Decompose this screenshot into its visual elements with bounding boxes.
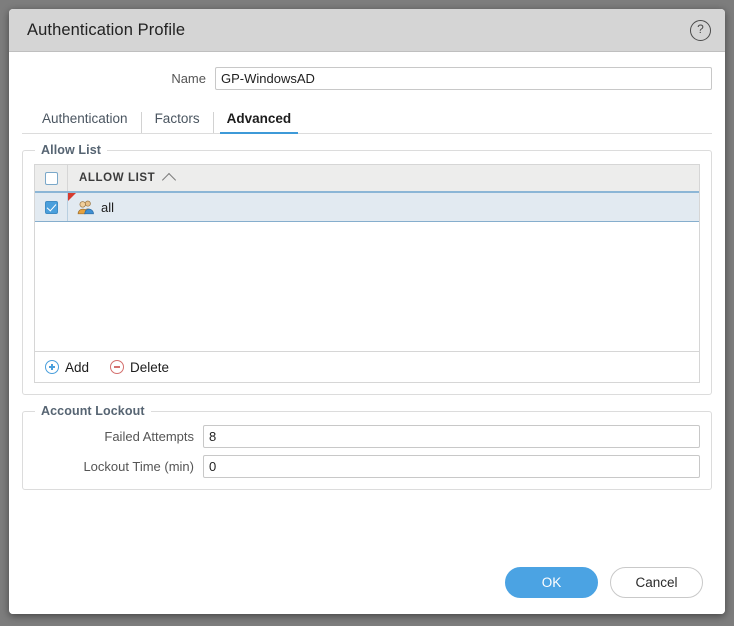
allow-list-toolbar: Add Delete bbox=[34, 351, 700, 383]
name-row: Name bbox=[22, 52, 712, 90]
column-header-allow-list[interactable]: ALLOW LIST bbox=[68, 165, 699, 191]
add-button[interactable]: Add bbox=[45, 360, 89, 375]
tab-authentication[interactable]: Authentication bbox=[29, 112, 141, 133]
table-row[interactable]: all bbox=[35, 193, 699, 222]
failed-attempts-row: Failed Attempts bbox=[34, 425, 700, 448]
modified-flag-icon bbox=[68, 193, 76, 201]
account-lockout-inner: Failed Attempts Lockout Time (min) bbox=[34, 412, 700, 478]
add-button-label: Add bbox=[65, 359, 90, 375]
failed-attempts-input[interactable] bbox=[203, 425, 700, 448]
row-checkbox[interactable] bbox=[44, 200, 58, 214]
lockout-time-row: Lockout Time (min) bbox=[34, 455, 700, 478]
table-body: all bbox=[35, 193, 699, 351]
help-circle-icon[interactable]: ? bbox=[690, 19, 711, 41]
name-label: Name bbox=[171, 71, 206, 86]
minus-circle-icon bbox=[110, 360, 125, 374]
dialog-titlebar: Authentication Profile ? bbox=[9, 9, 725, 52]
name-input[interactable] bbox=[215, 67, 712, 90]
lockout-time-label: Lockout Time (min) bbox=[83, 459, 194, 474]
row-content-cell: all bbox=[68, 193, 699, 221]
chevron-up-icon[interactable] bbox=[162, 172, 177, 187]
row-label: all bbox=[101, 199, 115, 215]
dialog-title: Authentication Profile bbox=[27, 20, 186, 39]
allow-list-table: ALLOW LIST all bbox=[34, 164, 700, 351]
select-all-cell bbox=[35, 165, 68, 191]
table-header-row: ALLOW LIST bbox=[35, 165, 699, 193]
allow-list-legend: Allow List bbox=[35, 143, 108, 157]
column-header-label: ALLOW LIST bbox=[79, 172, 156, 184]
plus-circle-icon bbox=[45, 360, 59, 374]
account-lockout-legend: Account Lockout bbox=[35, 404, 151, 418]
row-select-cell bbox=[35, 193, 68, 221]
tab-factors[interactable]: Factors bbox=[140, 112, 213, 133]
user-group-icon bbox=[77, 200, 94, 215]
delete-button-label: Delete bbox=[130, 359, 170, 375]
cancel-button[interactable]: Cancel bbox=[610, 566, 703, 598]
allow-list-inner: ALLOW LIST all Add Delete bbox=[34, 151, 700, 383]
failed-attempts-label: Failed Attempts bbox=[104, 429, 194, 444]
allow-list-fieldset: Allow List ALLOW LIST all Add Delete bbox=[22, 143, 712, 395]
delete-button[interactable]: Delete bbox=[110, 360, 169, 375]
lockout-time-input[interactable] bbox=[203, 455, 700, 478]
ok-button[interactable]: OK bbox=[505, 566, 598, 598]
dialog-footer: OK Cancel bbox=[9, 550, 725, 614]
select-all-checkbox[interactable] bbox=[44, 171, 58, 185]
account-lockout-fieldset: Account Lockout Failed Attempts Lockout … bbox=[22, 404, 712, 490]
authentication-profile-dialog: Authentication Profile ? Name Authentica… bbox=[9, 9, 725, 614]
tab-advanced[interactable]: Advanced bbox=[212, 112, 305, 134]
tab-bar: Authentication Factors Advanced bbox=[22, 104, 712, 134]
dialog-body: Name Authentication Factors Advanced All… bbox=[9, 52, 725, 550]
